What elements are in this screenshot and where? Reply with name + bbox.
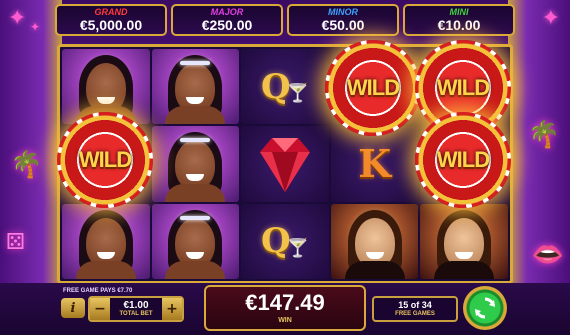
free-games-label: FREE GAMES <box>395 311 435 317</box>
jackpot-grand-label: GRAND <box>94 7 128 17</box>
right-neon-decor: ✦ 🌴 👄 <box>508 0 570 290</box>
lips-icon: 👄 <box>531 240 564 270</box>
star-icon: ✦ <box>30 20 41 34</box>
jackpot-mini: MINI €10.00 <box>403 4 515 36</box>
wild-label: WILD <box>346 75 400 100</box>
reel-symbol-woman-brunette <box>330 203 419 279</box>
dice-icon: ⚄ <box>6 230 26 255</box>
spin-button[interactable] <box>463 286 507 330</box>
cocktail-glass-icon: 🍸 <box>286 237 310 259</box>
total-bet-label: TOTAL BET <box>119 311 153 317</box>
wild-label: WILD <box>436 147 490 172</box>
total-bet-value: €1.00 <box>123 300 149 311</box>
palm-tree-icon: 🌴 <box>10 150 43 180</box>
reel-symbol-woman <box>151 126 240 202</box>
jackpot-minor-value: €50.00 <box>321 17 365 33</box>
jackpot-grand-value: €5,000.00 <box>79 17 143 33</box>
left-neon-decor: ✦ ✦ 🌴 ⚄ <box>0 0 62 290</box>
jackpot-mini-label: MINI <box>449 7 469 17</box>
free-game-pays-text: FREE GAME PAYS €7.70 <box>63 288 133 294</box>
win-display: €147.49 WIN <box>204 285 366 331</box>
bet-decrease-button[interactable]: − <box>90 298 110 320</box>
free-games-count: 15 of 34 <box>398 300 432 310</box>
jackpot-bar: GRAND €5,000.00 MAJOR €250.00 MINOR €50.… <box>55 4 515 36</box>
reel-symbol-diamond <box>241 126 329 202</box>
slot-game-screen: ✦ ✦ 🌴 ⚄ ✦ 🌴 👄 GRAND €5,000.00 MAJOR €250… <box>0 0 570 335</box>
reel-symbol-woman-brunette <box>420 203 508 279</box>
jackpot-grand: GRAND €5,000.00 <box>55 4 167 36</box>
jackpot-major-label: MAJOR <box>210 7 244 17</box>
refresh-arrows-icon <box>475 297 495 319</box>
star-icon: ✦ <box>8 6 27 31</box>
cocktail-glass-icon: 🍸 <box>286 83 310 105</box>
jackpot-mini-value: €10.00 <box>437 17 481 33</box>
wild-label: WILD <box>78 147 132 172</box>
info-icon: i <box>70 300 76 316</box>
wild-chip: WILD <box>57 112 153 208</box>
wild-chip: WILD <box>325 40 421 136</box>
bet-increase-button[interactable]: + <box>162 298 182 320</box>
wild-chip: WILD <box>415 112 511 208</box>
reel-symbol-q: Q 🍸 <box>241 203 329 279</box>
reel-symbol-k: K <box>330 126 419 202</box>
k-symbol-text: K <box>358 141 392 187</box>
total-bet-display: €1.00 TOTAL BET <box>110 300 162 318</box>
reel-symbol-q: Q 🍸 <box>241 49 329 125</box>
win-value: €147.49 <box>245 290 325 315</box>
reel-symbol-woman <box>151 49 240 125</box>
star-icon: ✦ <box>541 6 560 31</box>
wild-label: WILD <box>436 75 490 100</box>
win-label: WIN <box>278 317 292 324</box>
palm-tree-icon: 🌴 <box>527 120 560 150</box>
info-button[interactable]: i <box>61 298 85 318</box>
red-diamond-icon <box>250 134 320 194</box>
reel-symbol-woman <box>62 203 150 279</box>
jackpot-minor: MINOR €50.00 <box>287 4 399 36</box>
jackpot-major-value: €250.00 <box>201 17 253 33</box>
free-games-display: 15 of 34 FREE GAMES <box>372 296 458 322</box>
reel-symbol-woman <box>151 203 240 279</box>
jackpot-major: MAJOR €250.00 <box>171 4 283 36</box>
jackpot-minor-label: MINOR <box>328 7 358 17</box>
total-bet-control: − €1.00 TOTAL BET + <box>88 296 184 322</box>
